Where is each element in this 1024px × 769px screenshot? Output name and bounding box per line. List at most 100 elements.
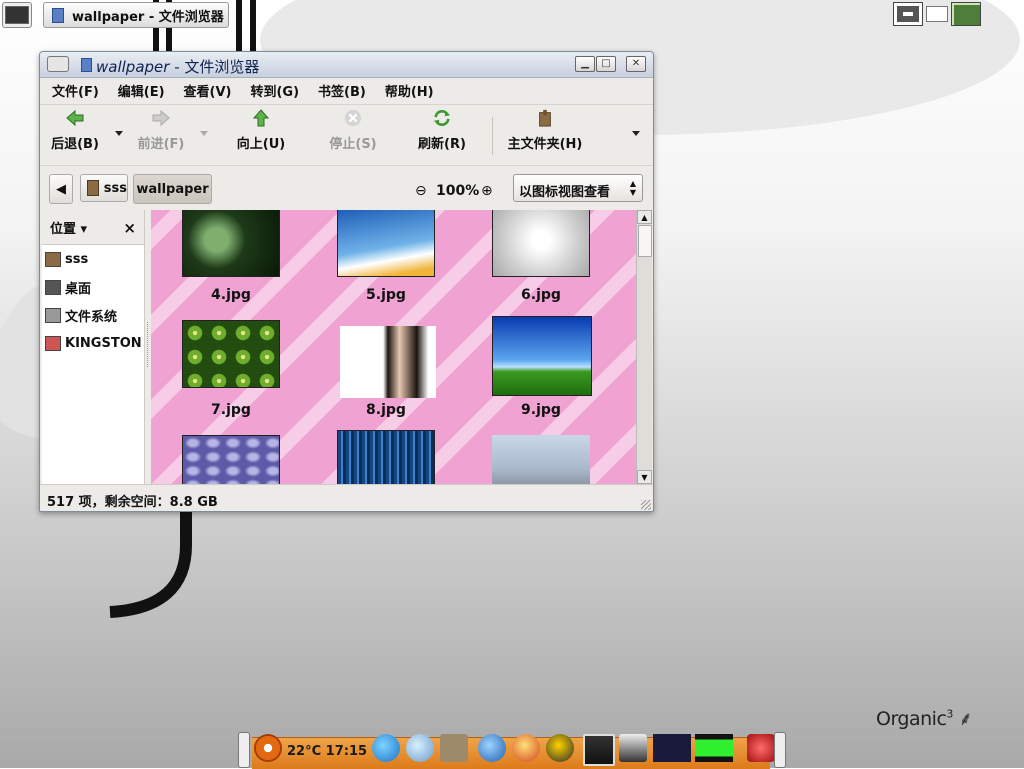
thumbnail-10[interactable] (182, 435, 280, 484)
stop-icon (344, 109, 362, 127)
status-text: 517 项，剩余空间：8.8 GB (47, 495, 218, 510)
resize-grip[interactable] (641, 500, 651, 510)
view-mode-select[interactable]: 以图标视图查看 ▲ ▼ (513, 174, 643, 202)
toolbar-overflow-dropdown[interactable] (632, 131, 640, 136)
up-arrow-icon (252, 109, 270, 127)
maximize-button[interactable]: □ (596, 56, 616, 72)
app-menu-button[interactable] (2, 2, 32, 28)
globe-icon[interactable] (478, 734, 506, 762)
forward-arrow-icon (152, 109, 170, 127)
up-button[interactable]: 向上(U) (236, 109, 286, 152)
menu-go[interactable]: 转到(G) (238, 81, 306, 100)
place-item[interactable]: 桌面 (42, 273, 144, 301)
menu-file[interactable]: 文件(F) (40, 81, 106, 100)
forward-label: 前进(F) (137, 137, 185, 152)
side-pane: 位置 ▾ × sss 桌面 文件系统 KINGSTON (42, 210, 145, 484)
place-label: 文件系统 (65, 309, 118, 325)
thumbnail-11[interactable] (337, 430, 435, 484)
brand-name: Organic (876, 708, 947, 730)
zoom-in-icon[interactable]: ⊕ (481, 183, 493, 199)
menu-edit[interactable]: 编辑(E) (106, 81, 172, 100)
zoom-level: 100% (436, 183, 480, 199)
zoom-out-icon[interactable]: ⊖ (415, 183, 427, 199)
document-icon (52, 7, 64, 23)
chevron-left-icon: ◀ (56, 181, 66, 197)
place-label: sss (65, 251, 89, 267)
thumbnail-4[interactable] (182, 210, 280, 277)
desktop-icon (45, 279, 61, 295)
home-button[interactable]: 主文件夹(H) (504, 109, 586, 152)
file-label: 6.jpg (521, 287, 561, 303)
workspace-1[interactable] (893, 2, 923, 26)
minimize-button[interactable]: ▁ (575, 56, 595, 72)
dock-left-handle[interactable] (238, 732, 250, 768)
brand-version: 3 (946, 707, 953, 721)
leaf-icon: ⸙ (958, 708, 973, 730)
window-menu-button[interactable] (47, 56, 69, 72)
file-browser-window: wallpaper - 文件浏览器 ▁ □ ✕ 文件(F) 编辑(E) 查看(V… (39, 51, 654, 512)
path-crumb-sss[interactable]: sss (80, 174, 128, 202)
cpu-monitor-icon (653, 734, 691, 762)
scrollbar-thumb[interactable] (638, 225, 652, 257)
side-pane-type-select[interactable]: 位置 ▾ (42, 218, 87, 237)
workspace-2[interactable] (926, 6, 948, 22)
weather-clock: 22°C 17:15 (287, 744, 368, 759)
path-scroll-left-button[interactable]: ◀ (49, 174, 73, 204)
thumbnail-7[interactable] (182, 320, 280, 388)
back-button[interactable]: 后退(B) (50, 109, 100, 152)
browser-icon[interactable] (372, 734, 400, 762)
menu-help[interactable]: 帮助(H) (373, 81, 441, 100)
file-label: 8.jpg (366, 402, 406, 418)
thumbnail-8[interactable] (340, 326, 436, 398)
refresh-icon (433, 109, 451, 127)
memory-monitor-icon (695, 734, 733, 762)
home-folder-icon (539, 109, 551, 127)
file-label: 7.jpg (211, 402, 251, 418)
forward-button[interactable]: 前进(F) (136, 109, 186, 152)
menu-view[interactable]: 查看(V) (172, 81, 239, 100)
scroll-up-icon[interactable]: ▲ (637, 210, 652, 224)
menu-bookmarks[interactable]: 书签(B) (306, 81, 373, 100)
files-icon[interactable] (440, 734, 468, 762)
taskbar-window-button[interactable]: wallpaper - 文件浏览器 (43, 2, 229, 28)
crumb-label: sss (103, 180, 127, 196)
stop-button[interactable]: 停止(S) (328, 109, 378, 152)
crumb-label: wallpaper (136, 181, 209, 197)
writer-icon[interactable] (406, 734, 434, 762)
forward-history-dropdown[interactable] (200, 131, 208, 136)
window-titlebar[interactable]: wallpaper - 文件浏览器 ▁ □ ✕ (40, 52, 653, 78)
home-folder-icon (45, 251, 61, 267)
vertical-scrollbar[interactable]: ▲ ▼ (636, 210, 652, 484)
back-label: 后退(B) (51, 137, 99, 152)
location-bar: ◀ sss wallpaper ⊖ 100% ⊕ 以图标视图查看 ▲ ▼ (40, 166, 653, 210)
sun-icon[interactable] (546, 734, 574, 762)
dock-right-handle[interactable] (774, 732, 786, 768)
terminal-icon[interactable] (583, 734, 615, 766)
close-button[interactable]: ✕ (626, 56, 646, 72)
hourglass-icon[interactable] (619, 734, 647, 762)
refresh-label: 刷新(R) (418, 137, 466, 152)
scroll-down-icon[interactable]: ▼ (637, 470, 652, 484)
thumbnail-6[interactable] (492, 210, 590, 277)
ruby-icon[interactable] (747, 734, 775, 762)
place-item[interactable]: KINGSTON (42, 329, 144, 357)
thumbnail-5[interactable] (337, 210, 435, 277)
path-crumb-wallpaper[interactable]: wallpaper (133, 174, 212, 204)
place-item[interactable]: 文件系统 (42, 301, 144, 329)
place-item[interactable]: sss (42, 245, 144, 273)
file-label: 5.jpg (366, 287, 406, 303)
home-label: 主文件夹(H) (507, 137, 583, 152)
refresh-button[interactable]: 刷新(R) (417, 109, 467, 152)
side-pane-close-button[interactable]: × (123, 219, 136, 237)
status-bar: 517 项，剩余空间：8.8 GB (40, 484, 653, 511)
view-mode-label: 以图标视图查看 (519, 185, 611, 200)
back-history-dropdown[interactable] (115, 131, 123, 136)
thumbnail-9[interactable] (492, 316, 592, 396)
ubuntu-logo-icon[interactable] (254, 734, 282, 762)
thumbnail-12[interactable] (492, 435, 590, 484)
document-icon (81, 58, 92, 72)
home-folder-icon (87, 180, 99, 196)
firefox-icon[interactable] (512, 734, 540, 762)
filesystem-icon (45, 307, 61, 323)
workspace-3[interactable] (951, 2, 981, 26)
